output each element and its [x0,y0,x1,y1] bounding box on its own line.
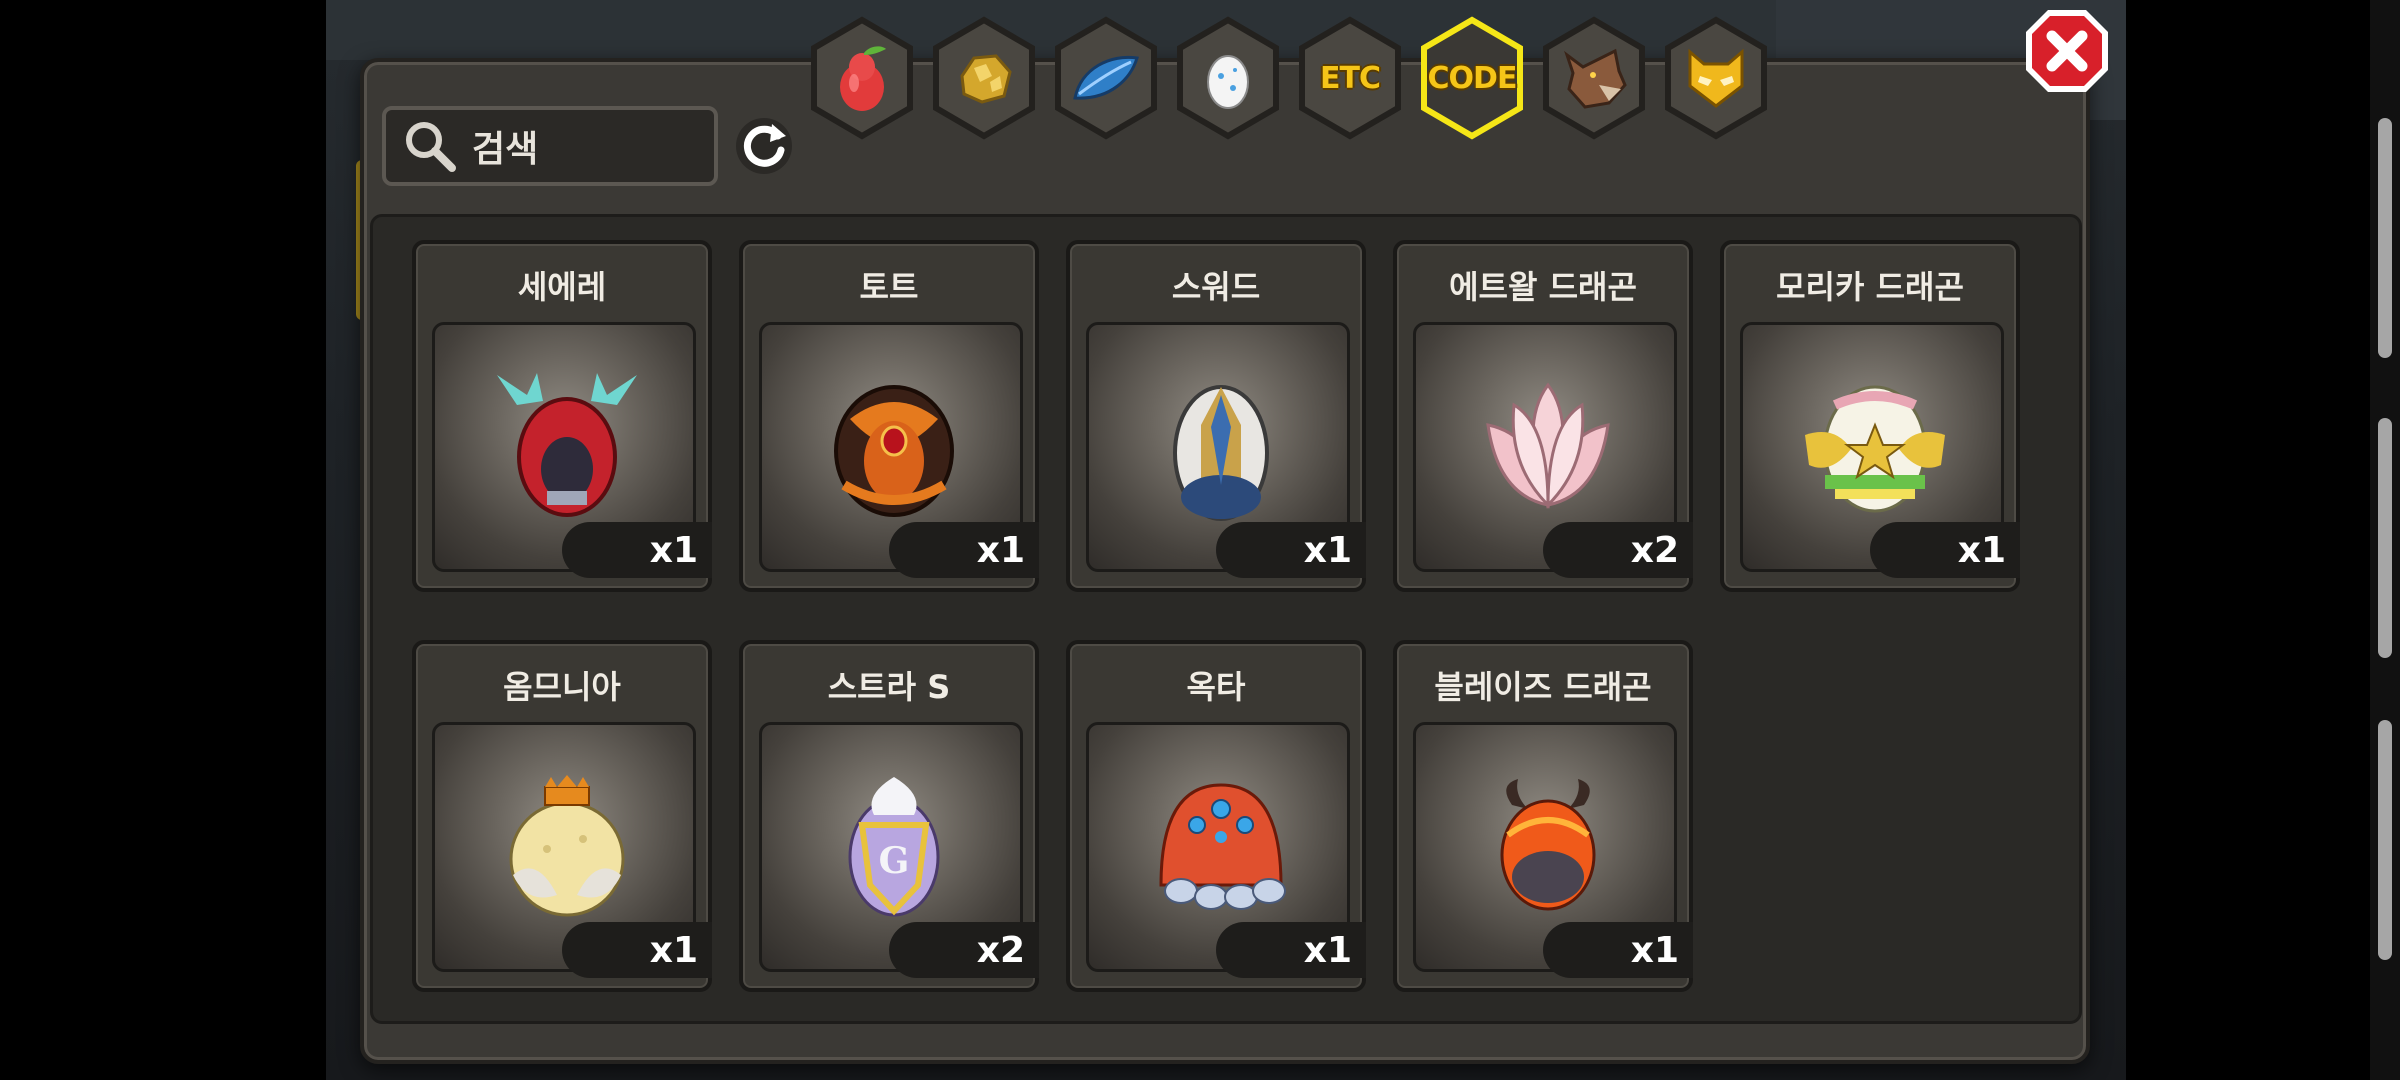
item-card[interactable]: 토트 x1 [739,240,1039,592]
item-quantity: x1 [1870,522,2020,578]
wolf-head-icon [1564,48,1627,109]
search-field[interactable]: 검색 [382,106,718,186]
scrollbar-thumb[interactable] [2378,118,2392,358]
tab-gold[interactable] [930,16,1038,140]
scrollbar[interactable] [2370,0,2400,1080]
item-quantity: x1 [1543,922,1693,978]
lotus-egg-icon [1486,382,1610,510]
refresh-icon[interactable] [732,114,796,178]
item-quantity: x1 [889,522,1039,578]
blue-feather-icon [1073,55,1139,100]
item-card[interactable]: 세에레 x1 [412,240,712,592]
tab-wolf[interactable] [1540,16,1648,140]
item-name: 옥타 [1186,668,1246,706]
item-quantity: x2 [889,922,1039,978]
gold-nugget-icon [960,54,1012,104]
tab-mask[interactable] [1662,16,1770,140]
item-name: 토트 [859,268,919,306]
item-card[interactable]: 에트왈 드래곤 x2 [1393,240,1693,592]
item-quantity: x1 [1216,522,1366,578]
search-icon [406,122,456,172]
horned-fire-egg-icon [1500,779,1596,911]
scrollbar-thumb[interactable] [2378,418,2392,658]
item-name: 에트왈 드래곤 [1449,268,1637,306]
svg-text:G: G [879,840,910,882]
orange-shell-egg-icon [834,385,954,517]
red-hood-egg-icon [497,373,637,517]
item-card[interactable]: 모리카 드래곤 x1 [1720,240,2020,592]
scrollbar-thumb[interactable] [2378,720,2392,960]
close-button[interactable] [2022,6,2112,96]
tab-feather[interactable] [1052,16,1160,140]
tab-etc-label: ETC [1320,60,1381,96]
item-card[interactable]: 스트라 S G x2 [739,640,1039,992]
item-quantity: x2 [1543,522,1693,578]
search-input[interactable]: 검색 [472,120,538,172]
item-quantity: x1 [1216,922,1366,978]
game-screen: 검색 ETC CODE 세에레 x1 토트 x1 스워드 x1 에트왈 드래곤 … [0,0,2400,1080]
item-name: 블레이즈 드래곤 [1434,668,1652,706]
item-card[interactable]: 옥타 x1 [1066,640,1366,992]
item-name: 스트라 S [827,668,951,706]
star-winged-egg-icon [1805,385,1945,513]
item-name: 스워드 [1171,268,1261,306]
tab-fruit[interactable] [808,16,916,140]
octopus-egg-icon [1159,783,1286,910]
armored-blue-egg-icon [1173,385,1269,521]
item-card[interactable]: 옴므니아 x1 [412,640,712,992]
crowned-yellow-egg-icon [509,775,625,917]
item-card[interactable]: 블레이즈 드래곤 x1 [1393,640,1693,992]
tab-code[interactable]: CODE [1418,16,1526,140]
item-quantity: x1 [562,522,712,578]
item-name: 옴므니아 [503,668,621,706]
tab-egg[interactable] [1174,16,1282,140]
yellow-mask-icon [1688,48,1744,108]
tab-etc[interactable]: ETC [1296,16,1404,140]
item-quantity: x1 [562,922,712,978]
red-pear-icon [840,46,886,111]
item-card[interactable]: 스워드 x1 [1066,240,1366,592]
item-name: 세에레 [517,268,607,306]
purple-crest-egg-icon: G [848,777,940,917]
tab-code-label: CODE [1427,60,1518,96]
egg-icon [1207,55,1249,109]
item-name: 모리카 드래곤 [1776,268,1964,306]
